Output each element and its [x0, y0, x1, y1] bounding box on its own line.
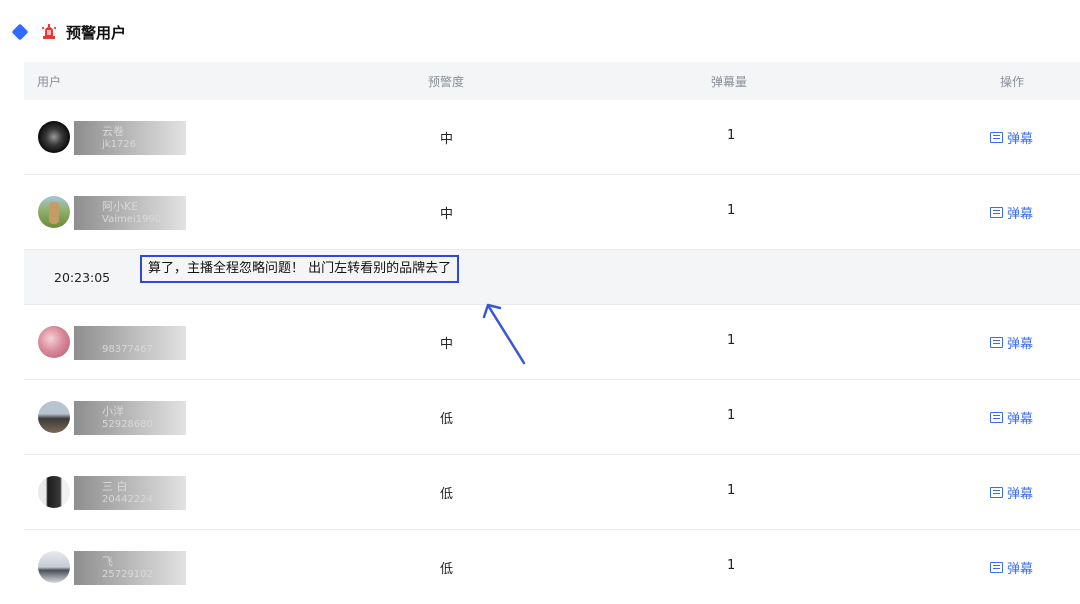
table-row: 飞 25729102 低 1 弹幕 — [24, 530, 1080, 604]
danmaku-button[interactable]: 弹幕 — [990, 203, 1033, 222]
warning-level: 中 — [440, 132, 454, 147]
column-header-op: 操作 — [1000, 74, 1025, 89]
danmaku-button-label: 弹幕 — [1007, 562, 1034, 577]
table-header: 用户 预警度 弹幕量 操作 — [24, 62, 1080, 100]
danmaku-button-label: 弹幕 — [1007, 412, 1034, 427]
user-id: jk1726 — [102, 139, 137, 150]
column-header-level: 预警度 — [428, 74, 465, 89]
user-id: 25729102 — [102, 569, 153, 580]
masked-user-info: 三 白 20442224 — [74, 476, 186, 510]
warning-user-table: 用户 预警度 弹幕量 操作 云卷 jk1726 中 1 弹幕 阿小KE Vaim… — [24, 62, 1080, 604]
user-name: 阿小KE — [102, 200, 139, 213]
danmaku-button-label: 弹幕 — [1007, 132, 1034, 147]
section-header: 预警用户 — [11, 18, 127, 46]
table-row: 三 白 20442224 低 1 弹幕 — [24, 455, 1080, 530]
column-header-count: 弹幕量 — [711, 74, 748, 89]
danmaku-button-label: 弹幕 — [1007, 487, 1034, 502]
avatar[interactable] — [38, 326, 70, 358]
danmaku-button[interactable]: 弹幕 — [990, 128, 1033, 147]
masked-user-info: 小洋 52928680 — [74, 401, 186, 435]
page-title: 预警用户 — [66, 23, 127, 42]
diamond-icon — [11, 23, 29, 41]
comment-list-icon — [990, 562, 1003, 573]
danmaku-count: 1 — [727, 408, 736, 423]
user-name: 飞 — [102, 555, 113, 568]
user-id: 20442224 — [102, 494, 153, 505]
table-row: 小洋 52928680 低 1 弹幕 — [24, 380, 1080, 455]
user-id: Vaimei1990 — [102, 214, 162, 225]
danmaku-detail-row: 20:23:05 算了，主播全程忽略问题！ 出门左转看别的品牌去了 — [24, 250, 1080, 305]
user-id: 98377467 — [102, 344, 153, 355]
danmaku-count: 1 — [727, 203, 736, 218]
danmaku-button[interactable]: 弹幕 — [990, 408, 1033, 427]
masked-user-info: 飞 25729102 — [74, 551, 186, 585]
user-name: 小洋 — [102, 405, 124, 418]
danmaku-count: 1 — [727, 128, 736, 143]
column-header-user: 用户 — [37, 74, 62, 89]
danmaku-time: 20:23:05 — [54, 270, 111, 285]
danmaku-button-label: 弹幕 — [1007, 207, 1034, 222]
masked-user-info: 98377467 — [74, 326, 186, 360]
user-name: 三 白 — [102, 480, 128, 493]
warning-level: 中 — [440, 207, 454, 222]
comment-list-icon — [990, 207, 1003, 218]
avatar[interactable] — [38, 476, 70, 508]
comment-list-icon — [990, 132, 1003, 143]
danmaku-button[interactable]: 弹幕 — [990, 333, 1033, 352]
table-row: 阿小KE Vaimei1990 中 1 弹幕 — [24, 175, 1080, 250]
avatar[interactable] — [38, 551, 70, 583]
danmaku-button-label: 弹幕 — [1007, 337, 1034, 352]
warning-level: 低 — [440, 412, 454, 427]
table-row: 云卷 jk1726 中 1 弹幕 — [24, 100, 1080, 175]
masked-user-info: 云卷 jk1726 — [74, 121, 186, 155]
annotation-arrow-icon — [482, 303, 526, 365]
danmaku-count: 1 — [727, 483, 736, 498]
table-row: 98377467 中 1 弹幕 — [24, 305, 1080, 380]
comment-list-icon — [990, 487, 1003, 498]
warning-level: 低 — [440, 562, 454, 577]
avatar[interactable] — [38, 121, 70, 153]
user-name: 云卷 — [102, 125, 124, 138]
danmaku-button[interactable]: 弹幕 — [990, 558, 1033, 577]
comment-list-icon — [990, 337, 1003, 348]
warning-level: 中 — [440, 337, 454, 352]
avatar[interactable] — [38, 196, 70, 228]
masked-user-info: 阿小KE Vaimei1990 — [74, 196, 186, 230]
danmaku-count: 1 — [727, 558, 736, 573]
danmaku-count: 1 — [727, 333, 736, 348]
danmaku-button[interactable]: 弹幕 — [990, 483, 1033, 502]
warning-level: 低 — [440, 487, 454, 502]
danmaku-message: 算了，主播全程忽略问题！ 出门左转看别的品牌去了 — [140, 255, 460, 283]
user-id: 52928680 — [102, 419, 153, 430]
alarm-icon — [42, 24, 56, 39]
avatar[interactable] — [38, 401, 70, 433]
comment-list-icon — [990, 412, 1003, 423]
